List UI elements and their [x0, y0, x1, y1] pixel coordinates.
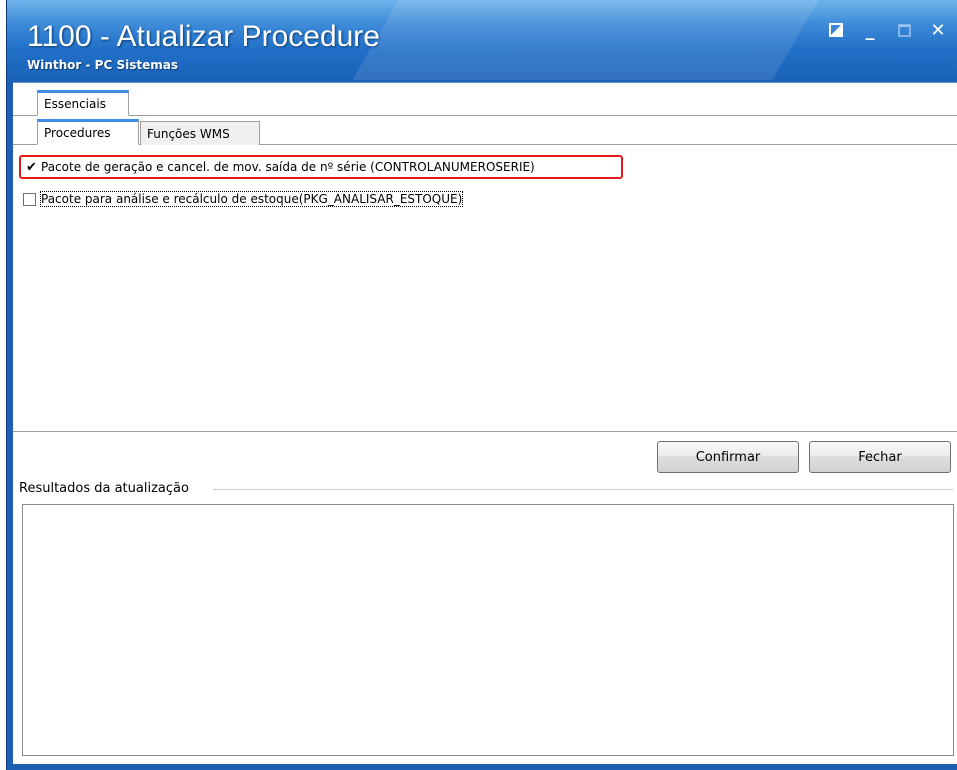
divider: [13, 431, 957, 435]
procedure-list: ✔ Pacote de geração e cancel. de mov. sa…: [19, 155, 623, 211]
results-textarea[interactable]: [22, 504, 954, 756]
client-area: Essenciais Procedures Funções WMS ✔ Paco…: [13, 82, 957, 764]
close-button[interactable]: ✕: [928, 20, 948, 41]
tab-procedures[interactable]: Procedures: [37, 119, 139, 145]
maximize-icon-glyph: [897, 23, 911, 37]
procedure-option-controlanumeroserie[interactable]: ✔ Pacote de geração e cancel. de mov. sa…: [19, 155, 623, 179]
window-controls: _ ✕: [826, 20, 948, 41]
checkbox-unchecked-icon[interactable]: [23, 192, 36, 206]
procedure-label: Pacote de geração e cancel. de mov. saíd…: [41, 160, 535, 174]
restore-icon[interactable]: [826, 20, 846, 40]
restore-icon-glyph: [829, 23, 843, 37]
primary-tab-row: Essenciais: [13, 83, 957, 116]
checkbox-checked-icon[interactable]: ✔: [25, 161, 38, 174]
title-bar[interactable]: 1100 - Atualizar Procedure Winthor - PC …: [7, 0, 957, 82]
procedure-label: Pacote para análise e recálculo de estoq…: [39, 191, 464, 207]
secondary-tab-row: Procedures Funções WMS: [13, 115, 957, 145]
close-dialog-button[interactable]: Fechar: [809, 441, 951, 473]
tab-essenciais[interactable]: Essenciais: [37, 90, 129, 116]
confirm-button[interactable]: Confirmar: [657, 441, 799, 473]
maximize-icon[interactable]: [894, 20, 914, 40]
tab-funcoes-wms[interactable]: Funções WMS: [140, 121, 260, 145]
procedure-option-pkg-analisar-estoque[interactable]: Pacote para análise e recálculo de estoq…: [23, 187, 623, 211]
results-group-label: Resultados da atualização: [19, 481, 191, 496]
window-title: 1100 - Atualizar Procedure: [27, 20, 380, 53]
group-divider: [213, 489, 953, 490]
minimize-button[interactable]: _: [860, 20, 880, 41]
window-subtitle: Winthor - PC Sistemas: [27, 58, 178, 72]
app-window: 1100 - Atualizar Procedure Winthor - PC …: [6, 0, 957, 770]
